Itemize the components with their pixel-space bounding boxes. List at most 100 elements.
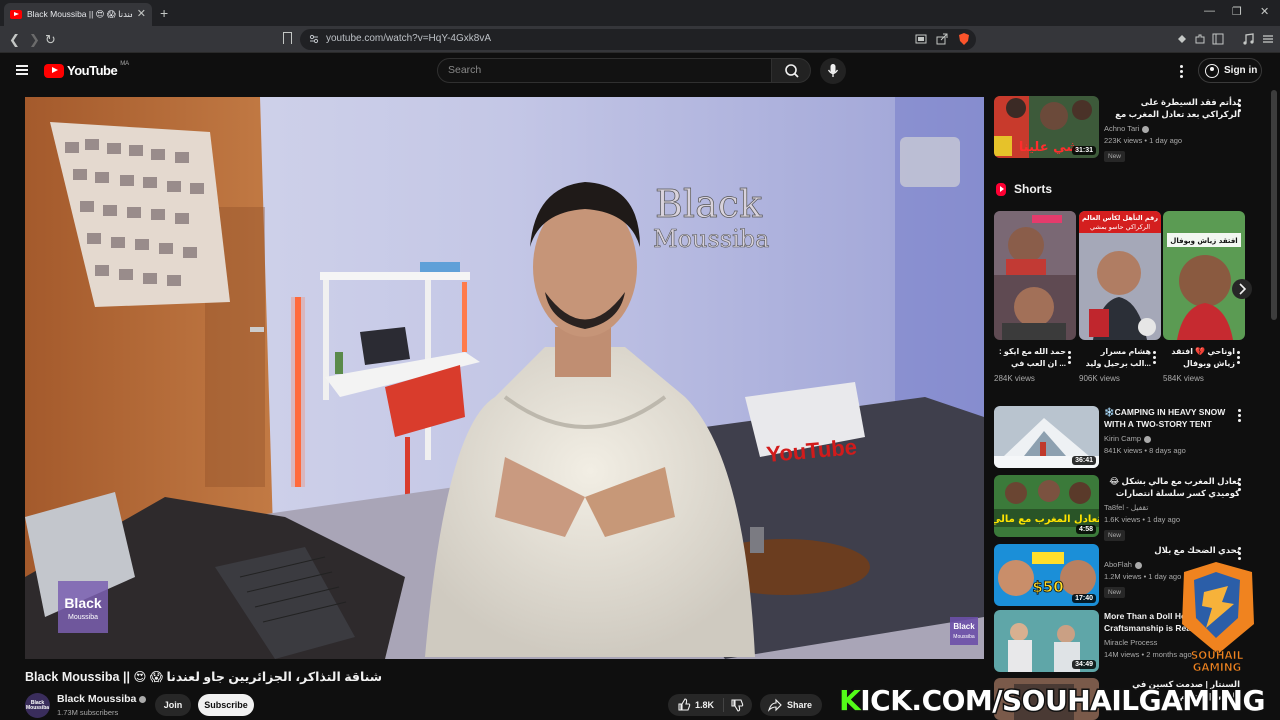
minimize-icon[interactable]: —: [1204, 5, 1215, 17]
video-thumbnail[interactable]: $50 17:40: [994, 544, 1099, 606]
search-input[interactable]: [448, 64, 748, 76]
browser-toolbar: ❮ ❯ ↻ youtube.com/watch?v=HqY-4Gxk8vA: [0, 26, 1280, 53]
youtube-logo[interactable]: YouTube MA: [44, 60, 130, 78]
bookmark-icon[interactable]: [283, 32, 292, 44]
more-actions-icon[interactable]: [1238, 478, 1242, 493]
search-button[interactable]: [771, 58, 811, 83]
share-page-icon[interactable]: [936, 33, 948, 45]
address-bar[interactable]: youtube.com/watch?v=HqY-4Gxk8vA: [300, 29, 976, 50]
channel-name[interactable]: Black Moussiba: [57, 693, 147, 705]
voice-search-button[interactable]: [820, 58, 846, 84]
menu-icon[interactable]: [16, 65, 28, 75]
video-title[interactable]: تحدي الضحك مع بلال: [1104, 544, 1240, 556]
extensions-icon[interactable]: [1194, 33, 1206, 45]
gaming-text-1: SOUHAIL: [1191, 650, 1244, 662]
cast-icon[interactable]: [915, 33, 927, 45]
channel-name[interactable]: Kirin Camp: [1104, 434, 1240, 443]
sidebar-scrollbar[interactable]: [1271, 90, 1277, 320]
video-title[interactable]: 😂 تعادل المغرب مع مالي بشكل كوميدي كسر س…: [1104, 475, 1240, 499]
thumbnail-text: $50: [1032, 578, 1063, 596]
join-button[interactable]: Join: [155, 694, 191, 716]
youtube-play-icon: [44, 63, 64, 78]
video-title[interactable]: بدأتم فقد السيطرة على الركراكي بعد تعادل…: [1104, 96, 1240, 120]
video-meta: 1.6K views • 1 day ago: [1104, 515, 1181, 524]
channel-avatar[interactable]: Black Moussiba: [25, 693, 50, 718]
share-icon: [768, 698, 782, 712]
corner-mark-black: Black: [953, 622, 975, 631]
duration-badge: 17:40: [1072, 594, 1096, 603]
wallet-icon[interactable]: [1176, 33, 1188, 45]
settings-more-icon[interactable]: [1180, 65, 1184, 80]
browser-tab-active[interactable]: Black Moussiba || 😍 😱 لعندنا ✕: [4, 3, 152, 26]
more-actions-icon[interactable]: [1238, 547, 1242, 562]
short-thumbnail[interactable]: [994, 211, 1076, 340]
sidebar-toggle-icon[interactable]: [1212, 33, 1224, 45]
duration-badge: 36:41: [1072, 456, 1096, 465]
short-thumbnail[interactable]: افتقد زياش وبوفال: [1163, 211, 1245, 340]
channel-avatar-text: Black Moussiba: [25, 699, 50, 711]
channel-name-text: Black Moussiba: [57, 693, 137, 705]
short-thumbnail[interactable]: رقم التأهل لكأس العالم الركراكي حاسو بمش…: [1079, 211, 1161, 340]
video-info: بدأتم فقد السيطرة على الركراكي بعد تعادل…: [1104, 96, 1240, 163]
short-image: افتقد زياش وبوفال: [1163, 211, 1245, 340]
channel-name[interactable]: Ta8fel - تقفيل: [1104, 503, 1240, 512]
thumbnail-text: تعادل المغرب مع مالي: [994, 514, 1099, 525]
search-box: [437, 58, 772, 83]
more-actions-icon[interactable]: [1238, 99, 1242, 114]
short-title[interactable]: اوناحي 💔 افتقد زياش وبوفال في...: [1163, 346, 1245, 370]
share-button[interactable]: Share: [760, 694, 822, 716]
more-actions-icon[interactable]: [1238, 409, 1242, 424]
brave-shield-icon[interactable]: [958, 33, 970, 45]
video-info: ❄️CAMPING IN HEAVY SNOW WITH A TWO-STORY…: [1104, 406, 1240, 455]
like-count[interactable]: 1.8K: [695, 700, 714, 710]
corner-mark-moussiba: Moussiba: [953, 634, 975, 640]
short-image: رقم التأهل لكأس العالم الركراكي حاسو بمش…: [1079, 211, 1161, 340]
more-actions-icon[interactable]: [1153, 351, 1157, 366]
share-label: Share: [787, 700, 813, 710]
more-actions-icon[interactable]: [1237, 351, 1241, 366]
video-thumbnail[interactable]: 34:49: [994, 610, 1099, 672]
browser-tab-bar: Black Moussiba || 😍 😱 لعندنا ✕ + — ❐ ✕: [0, 0, 1280, 26]
tab-title: Black Moussiba || 😍 😱 لعندنا: [27, 9, 132, 19]
video-meta: 223K views • 1 day ago: [1104, 136, 1183, 145]
sign-in-button[interactable]: Sign in: [1198, 58, 1262, 83]
video-player[interactable]: YouTube Black Moussiba Black Moussiba Bl…: [25, 97, 984, 659]
video-title[interactable]: ❄️CAMPING IN HEAVY SNOW WITH A TWO-STORY…: [1104, 406, 1240, 430]
country-code: MA: [120, 60, 130, 67]
video-thumbnail[interactable]: 36:41: [994, 406, 1099, 468]
short-item[interactable]: حمد الله مع ايكو : ... ان العب في 284K v…: [994, 211, 1076, 383]
duration-badge: 31:31: [1072, 146, 1096, 155]
shorts-header: Shorts: [996, 182, 1052, 196]
media-icon[interactable]: [1242, 33, 1254, 45]
new-badge: New: [1104, 587, 1126, 598]
channel-name[interactable]: Achno Tari: [1104, 124, 1240, 133]
youtube-header: YouTube MA Sign in: [0, 53, 1280, 90]
video-thumbnail[interactable]: تعادل المغرب مع مالي 4:58: [994, 475, 1099, 537]
tab-close-icon[interactable]: ✕: [137, 9, 146, 20]
like-icon[interactable]: [677, 698, 691, 712]
wall-sign-black: Black: [655, 182, 763, 226]
short-title[interactable]: حمد الله مع ايكو : ... ان العب في: [994, 346, 1076, 370]
short-image: [994, 211, 1076, 340]
browser-menu-icon[interactable]: [1262, 33, 1274, 45]
short-title[interactable]: هشام مسرار ...الب برحيل وليد: [1079, 346, 1161, 370]
shorts-icon: [996, 182, 1006, 196]
shorts-next-button[interactable]: [1232, 279, 1252, 299]
dislike-icon[interactable]: [730, 699, 744, 713]
duration-badge: 4:58: [1075, 525, 1096, 534]
short-views: 284K views: [994, 374, 1035, 383]
site-info-icon[interactable]: [309, 34, 319, 44]
video-thumbnail[interactable]: شي علينا 31:31: [994, 96, 1099, 158]
window-close-icon[interactable]: ✕: [1260, 5, 1269, 18]
more-actions-icon[interactable]: [1068, 351, 1072, 366]
forward-icon[interactable]: ❯: [29, 32, 40, 48]
subscribe-button[interactable]: Subscribe: [198, 694, 254, 716]
sign-in-label: Sign in: [1224, 65, 1258, 76]
new-tab-icon[interactable]: +: [160, 5, 168, 21]
reload-icon[interactable]: ↻: [45, 32, 56, 48]
subscriber-count: 1.73M subscribers: [57, 708, 119, 717]
new-badge: New: [1104, 151, 1126, 162]
back-icon[interactable]: ❮: [9, 32, 20, 48]
maximize-icon[interactable]: ❐: [1232, 5, 1242, 18]
short-item[interactable]: رقم التأهل لكأس العالم الركراكي حاسو بمش…: [1079, 211, 1161, 383]
